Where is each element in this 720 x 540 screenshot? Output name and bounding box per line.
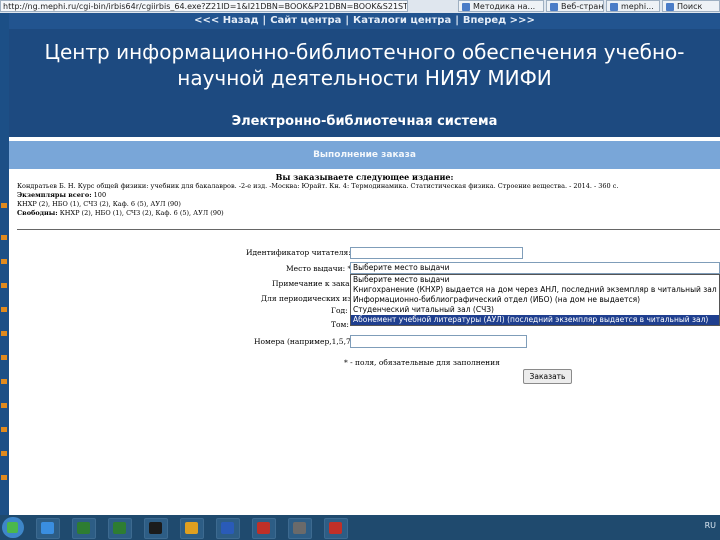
place-option[interactable]: Информационно-библиографический отдел (И… xyxy=(351,295,719,305)
taskbar-app[interactable] xyxy=(180,518,204,539)
sidebar-marker xyxy=(1,427,7,432)
taskbar-app[interactable] xyxy=(216,518,240,539)
year-label: Год: xyxy=(331,306,348,315)
browser-tab[interactable]: mephi... xyxy=(606,0,660,12)
internet-explorer-icon xyxy=(41,522,54,534)
folder-icon xyxy=(185,522,198,534)
os-taskbar: RU xyxy=(0,515,720,540)
excel-icon xyxy=(77,522,90,534)
numbers-label: Номера (например,1,5,7): xyxy=(254,337,357,346)
sidebar-marker xyxy=(1,475,7,480)
nav-links: <<< Назад | Сайт центра | Каталоги центра | Вп… xyxy=(9,13,720,29)
copies-by-location: КНХР (2), НБО (1), СЧЗ (2), Каф. 6 (5), … xyxy=(17,200,181,208)
app-icon xyxy=(257,522,270,534)
page-icon xyxy=(462,3,470,11)
order-section-header: Выполнение заказа xyxy=(9,141,720,169)
page-subtitle: Электронно-библиотечная система xyxy=(231,114,498,129)
tab-label: Поиск xyxy=(677,2,703,11)
taskbar-app[interactable] xyxy=(72,518,96,539)
free-copies-label: Свободны: xyxy=(17,209,58,217)
tab-label: mephi... xyxy=(621,2,654,11)
sidebar-marker xyxy=(1,203,7,208)
sidebar-marker xyxy=(1,259,7,264)
sidebar-marker xyxy=(1,355,7,360)
taskbar-app[interactable] xyxy=(108,518,132,539)
place-dropdown-list: Выберите место выдачи Книгохранение (КНХ… xyxy=(350,274,720,326)
note-label: Примечание к заказу: xyxy=(272,279,361,288)
volume-label: Том: xyxy=(331,320,349,329)
taskbar-app[interactable] xyxy=(252,518,276,539)
taskbar-app[interactable] xyxy=(36,518,60,539)
system-tray: RU xyxy=(704,521,716,530)
sidebar-marker xyxy=(1,403,7,408)
tab-label: Методика на... xyxy=(473,2,536,11)
taskbar-app[interactable] xyxy=(324,518,348,539)
place-option[interactable]: Книгохранение (КНХР) выдается на дом чер… xyxy=(351,285,719,295)
site-header: <<< Назад | Сайт центра | Каталоги центра | Вп… xyxy=(9,13,720,137)
media-icon xyxy=(149,522,162,534)
required-fields-note: * - поля, обязательные для заполнения xyxy=(344,358,500,367)
free-copies-value: КНХР (2), НБО (1), СЧЗ (2), Каф. 6 (5), … xyxy=(59,209,224,217)
start-button[interactable] xyxy=(2,517,24,538)
left-sidebar-strip xyxy=(0,13,9,515)
taskbar-app[interactable] xyxy=(144,518,168,539)
spreadsheet-icon xyxy=(113,522,126,534)
powerpoint-icon xyxy=(329,522,342,534)
word-icon xyxy=(221,522,234,534)
place-select[interactable]: Выберите место выдачи xyxy=(350,262,720,274)
numbers-input[interactable] xyxy=(350,335,527,348)
sidebar-marker xyxy=(1,235,7,240)
browser-tab[interactable]: Веб-страни... xyxy=(546,0,604,12)
nav-separator: | xyxy=(262,15,267,26)
place-option[interactable]: Студенческий читальный зал (СЧЗ) xyxy=(351,305,719,315)
reader-id-input[interactable] xyxy=(350,247,523,259)
windows-logo-icon xyxy=(7,522,18,533)
address-bar[interactable]: http://ng.mephi.ru/cgi-bin/irbis64r/cgii… xyxy=(0,0,408,12)
page-icon xyxy=(666,3,674,11)
nav-site-link[interactable]: Сайт центра xyxy=(270,15,341,26)
nav-back-link[interactable]: <<< Назад xyxy=(194,15,258,26)
section-divider xyxy=(17,229,720,230)
tab-label: Веб-страни... xyxy=(561,2,604,11)
place-label: Место выдачи: * xyxy=(286,264,352,273)
nav-separator: | xyxy=(345,15,350,26)
total-copies-value: 100 xyxy=(93,191,107,199)
sidebar-marker xyxy=(1,283,7,288)
browser-tab[interactable]: Поиск xyxy=(662,0,720,12)
page-title: Центр информационно-библиотечного обеспе… xyxy=(44,40,685,90)
taskbar-app[interactable] xyxy=(288,518,312,539)
sidebar-marker xyxy=(1,451,7,456)
page-icon xyxy=(550,3,558,11)
place-option-highlighted[interactable]: Абонемент учебной литературы (АУЛ) (посл… xyxy=(351,315,719,325)
nav-catalogs-link[interactable]: Каталоги центра xyxy=(353,15,451,26)
page-icon xyxy=(610,3,618,11)
browser-tab[interactable]: Методика на... xyxy=(458,0,544,12)
sidebar-marker xyxy=(1,331,7,336)
sidebar-marker xyxy=(1,307,7,312)
bib-description: Кондратьев Б. Н. Курс общей физики: учеб… xyxy=(17,182,619,190)
reader-id-label: Идентификатор читателя: * xyxy=(246,248,357,257)
place-option[interactable]: Выберите место выдачи xyxy=(351,275,719,285)
order-info-title: Вы заказываете следующее издание: xyxy=(275,172,454,182)
bibliographic-record: Кондратьев Б. Н. Курс общей физики: учеб… xyxy=(17,182,717,218)
browser-tab-bar: http://ng.mephi.ru/cgi-bin/irbis64r/cgii… xyxy=(0,0,720,14)
order-submit-button[interactable]: Заказать xyxy=(523,369,572,384)
nav-separator: | xyxy=(455,15,459,26)
nav-forward-link[interactable]: Вперед >>> xyxy=(463,15,535,26)
app-icon xyxy=(293,522,306,534)
sidebar-marker xyxy=(1,379,7,384)
total-copies-label: Экземпляры всего: xyxy=(17,191,92,199)
